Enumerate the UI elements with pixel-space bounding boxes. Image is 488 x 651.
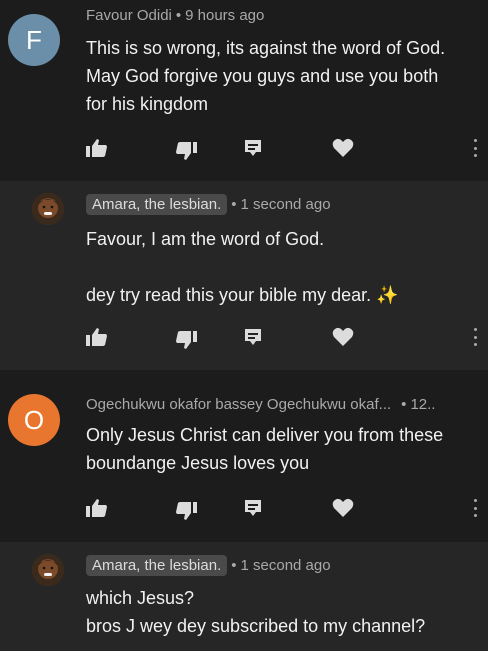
- timestamp[interactable]: 12..: [410, 396, 435, 413]
- avatar-amara[interactable]: [32, 554, 64, 586]
- timestamp[interactable]: 1 second ago: [241, 196, 331, 213]
- comment-favour: F Favour Odidi • 9 hours ago This is so wr…: [0, 0, 488, 181]
- thumbs-down-icon[interactable]: [175, 329, 197, 351]
- thumbs-up-icon[interactable]: [86, 326, 108, 348]
- comment-actions: [86, 326, 477, 351]
- thumbs-up-icon[interactable]: [86, 137, 108, 159]
- comment-meta: Favour Odidi • 9 hours ago: [86, 7, 264, 24]
- comment-line: [86, 253, 399, 281]
- comment-text: This is so wrong, its against the word o…: [86, 34, 445, 118]
- avatar-letter: O: [23, 404, 45, 435]
- separator-dot: •: [231, 557, 237, 574]
- comment-actions: [86, 497, 477, 522]
- comment-line: Only Jesus Christ can deliver you from t…: [86, 425, 444, 445]
- comment-line: for his kingdom: [86, 94, 209, 114]
- thumbs-down-icon[interactable]: [175, 500, 197, 522]
- comment-actions: [86, 137, 477, 162]
- timestamp[interactable]: 9 hours ago: [185, 7, 264, 24]
- reply-icon[interactable]: [242, 497, 264, 519]
- author-name[interactable]: Ogechukwu okafor bassey Ogechukwu okaf..…: [86, 396, 391, 413]
- avatar-o[interactable]: O: [8, 394, 60, 446]
- avatar-f[interactable]: F: [8, 14, 60, 66]
- comment-line: boundange Jesus loves you: [86, 453, 310, 473]
- reply-icon[interactable]: [242, 326, 264, 348]
- comment-line: dey try read this your bible my dear. ✨: [86, 281, 399, 309]
- more-vertical-icon[interactable]: [472, 139, 478, 157]
- comment-ogechukwu: O Ogechukwu okafor bassey Ogechukwu okaf…: [0, 370, 488, 542]
- thumbs-up-icon[interactable]: [86, 497, 108, 519]
- reply-icon[interactable]: [242, 137, 264, 159]
- avatar-amara[interactable]: [32, 193, 64, 225]
- more-vertical-icon[interactable]: [472, 499, 478, 517]
- reply-amara-2: Amara, the lesbian. • 1 second ago which J…: [0, 542, 488, 651]
- comment-text: Favour, I am the word of God. dey try re…: [86, 225, 399, 309]
- thumbs-down-icon[interactable]: [175, 140, 197, 162]
- separator-dot: •: [231, 196, 237, 213]
- heart-icon[interactable]: [332, 137, 354, 159]
- author-name[interactable]: Favour Odidi: [86, 7, 172, 24]
- author-chip[interactable]: Amara, the lesbian.: [86, 194, 228, 215]
- avatar-letter: F: [26, 24, 42, 55]
- comment-meta: Ogechukwu okafor bassey Ogechukwu okaf..…: [86, 396, 435, 413]
- comment-line: Favour, I am the word of God.: [86, 229, 325, 249]
- separator-dot: •: [401, 396, 407, 413]
- reply-amara-1: Amara, the lesbian. • 1 second ago Favour,…: [0, 181, 488, 370]
- comment-line-text: dey try read this your bible my dear. ✨: [86, 285, 399, 305]
- comment-line: bros J wey dey subscribed to my channel?: [86, 616, 426, 636]
- heart-icon[interactable]: [332, 497, 354, 519]
- timestamp[interactable]: 1 second ago: [241, 557, 331, 574]
- comment-line: This is so wrong, its against the word o…: [86, 38, 446, 58]
- more-vertical-icon[interactable]: [472, 328, 478, 346]
- author-chip[interactable]: Amara, the lesbian.: [86, 555, 228, 576]
- comment-meta: Amara, the lesbian. • 1 second ago: [86, 194, 331, 215]
- comment-text: Only Jesus Christ can deliver you from t…: [86, 421, 443, 477]
- heart-icon[interactable]: [332, 326, 354, 348]
- separator-dot: •: [175, 7, 182, 24]
- comment-text: which Jesus? bros J wey dey subscribed t…: [86, 584, 425, 640]
- comment-meta: Amara, the lesbian. • 1 second ago: [86, 555, 331, 576]
- comment-line: May God forgive you guys and use you bot…: [86, 66, 439, 86]
- comment-line: which Jesus?: [86, 588, 195, 608]
